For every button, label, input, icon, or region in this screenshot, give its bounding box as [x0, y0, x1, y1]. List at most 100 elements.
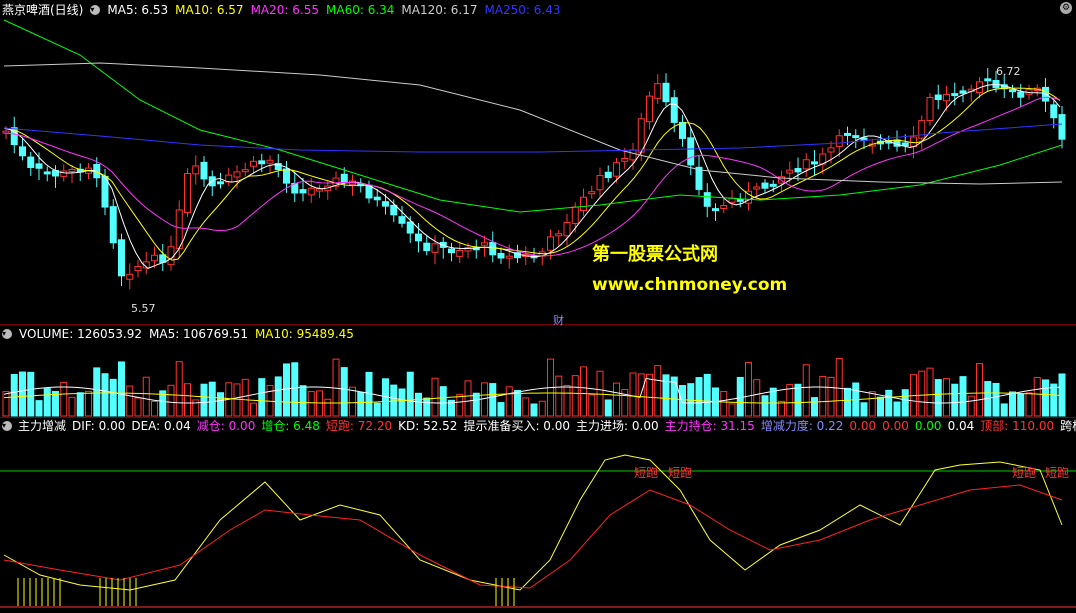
volume-bar — [258, 378, 266, 417]
volume-bar — [43, 388, 51, 417]
volume-bar — [19, 371, 26, 417]
volume-bar — [439, 386, 447, 417]
value-readout: 0.00 — [849, 419, 877, 433]
candle-body — [241, 169, 249, 173]
candle-body — [596, 175, 604, 191]
volume-bar — [753, 379, 761, 417]
volume-bar — [52, 391, 59, 417]
volume-bar — [398, 388, 406, 417]
volume-bar — [35, 400, 43, 417]
watermark-title: 第一股票公式网 — [592, 244, 718, 265]
volume-bar — [736, 376, 744, 417]
volume-bar — [522, 397, 530, 417]
volume-bar — [481, 382, 488, 417]
volume-bar — [456, 394, 464, 417]
candle-body — [250, 160, 257, 167]
dea-readout: DEA: 0.04 — [131, 419, 191, 433]
candle-body — [481, 242, 488, 246]
volume-bar — [992, 382, 1000, 417]
candle-body — [423, 242, 431, 252]
candle-body — [1009, 89, 1016, 93]
candle-body — [1017, 91, 1025, 98]
volume-bar — [431, 377, 439, 417]
candle-body — [695, 166, 703, 190]
indicator-header: ▾ 主力增减 DIF: 0.00 DEA: 0.04 减仓: 0.00 增仓: … — [0, 418, 1076, 434]
volume-bar — [299, 385, 307, 417]
finance-marker[interactable]: 财 — [553, 312, 564, 328]
candle-body — [753, 186, 761, 190]
indicator-collapse-icon[interactable]: ▾ — [2, 421, 12, 431]
volume-bar — [885, 389, 893, 417]
candle-body — [258, 160, 266, 165]
candle-body — [835, 135, 843, 147]
volume-bar — [646, 373, 653, 417]
volume-bar — [134, 397, 142, 417]
candle-body — [687, 137, 695, 166]
candle-body — [415, 233, 422, 242]
volume-bar — [274, 376, 282, 417]
volume-bar — [101, 373, 109, 417]
volume-bar — [728, 403, 736, 417]
candle-body — [192, 165, 200, 175]
candle-body — [621, 158, 629, 162]
ma5-line — [3, 83, 1061, 269]
volume-bar — [142, 376, 150, 417]
volume-bar — [679, 385, 686, 417]
value-readout: 0.00 — [914, 419, 942, 433]
volume-bar — [349, 386, 356, 417]
volume-bar — [200, 383, 208, 417]
candle-body — [43, 171, 51, 175]
candle-body — [571, 206, 579, 224]
candle-body — [68, 169, 76, 173]
candle-body — [852, 135, 860, 139]
candle-body — [827, 147, 835, 153]
candle-body — [736, 198, 744, 202]
volume-bar — [893, 401, 901, 417]
volume-bar — [860, 402, 868, 417]
dif-readout: DIF: 0.00 — [72, 419, 126, 433]
candle-body — [19, 146, 26, 157]
ma20-line — [3, 96, 1061, 257]
candle-body — [126, 273, 134, 280]
volume-bar — [151, 400, 158, 417]
candle-body — [316, 188, 323, 192]
volume-collapse-icon[interactable]: ▾ — [2, 329, 12, 339]
volume-bar — [1025, 392, 1033, 417]
volume-bar — [778, 400, 785, 417]
volume-bar — [324, 398, 332, 417]
volume-bar — [604, 399, 612, 417]
hurdle-readout: 跨栏 — [1060, 419, 1076, 433]
candle-body — [373, 196, 381, 201]
volume-bar — [1000, 403, 1008, 417]
candle-body — [448, 248, 455, 254]
volume-bar — [241, 378, 249, 417]
candle-body — [431, 243, 439, 253]
volume-bar — [27, 371, 35, 417]
indicator-name[interactable]: 主力增减 — [18, 418, 66, 434]
sprint-signal-label: 短跑 — [1012, 466, 1037, 480]
candle-body — [794, 168, 802, 173]
volume-bar — [538, 400, 546, 417]
kline-chart-canvas[interactable] — [0, 0, 1076, 613]
kd-readout: KD: 52.52 — [398, 419, 458, 433]
volume-ma5-readout: MA5: 106769.51 — [149, 327, 248, 341]
volume-bar — [811, 397, 818, 417]
sprint-signal-label: 短跑 — [1045, 466, 1070, 480]
panel-divider — [0, 324, 1076, 325]
volume-bar — [340, 367, 348, 417]
volume-bar — [76, 392, 84, 417]
ma250-line — [3, 123, 1063, 153]
candle-body — [712, 208, 719, 212]
volume-bar — [497, 402, 505, 417]
candle-body — [629, 149, 637, 161]
volume-bar — [769, 387, 777, 417]
volume-bar — [835, 357, 843, 417]
volume-bar — [918, 370, 926, 417]
candle-body — [184, 173, 191, 214]
candle-body — [646, 95, 653, 123]
value-readout: 0.04 — [947, 419, 975, 433]
candle-body — [580, 196, 587, 212]
volume-bar — [555, 375, 563, 417]
ma60-line — [3, 19, 1063, 213]
candle-body — [382, 201, 389, 207]
